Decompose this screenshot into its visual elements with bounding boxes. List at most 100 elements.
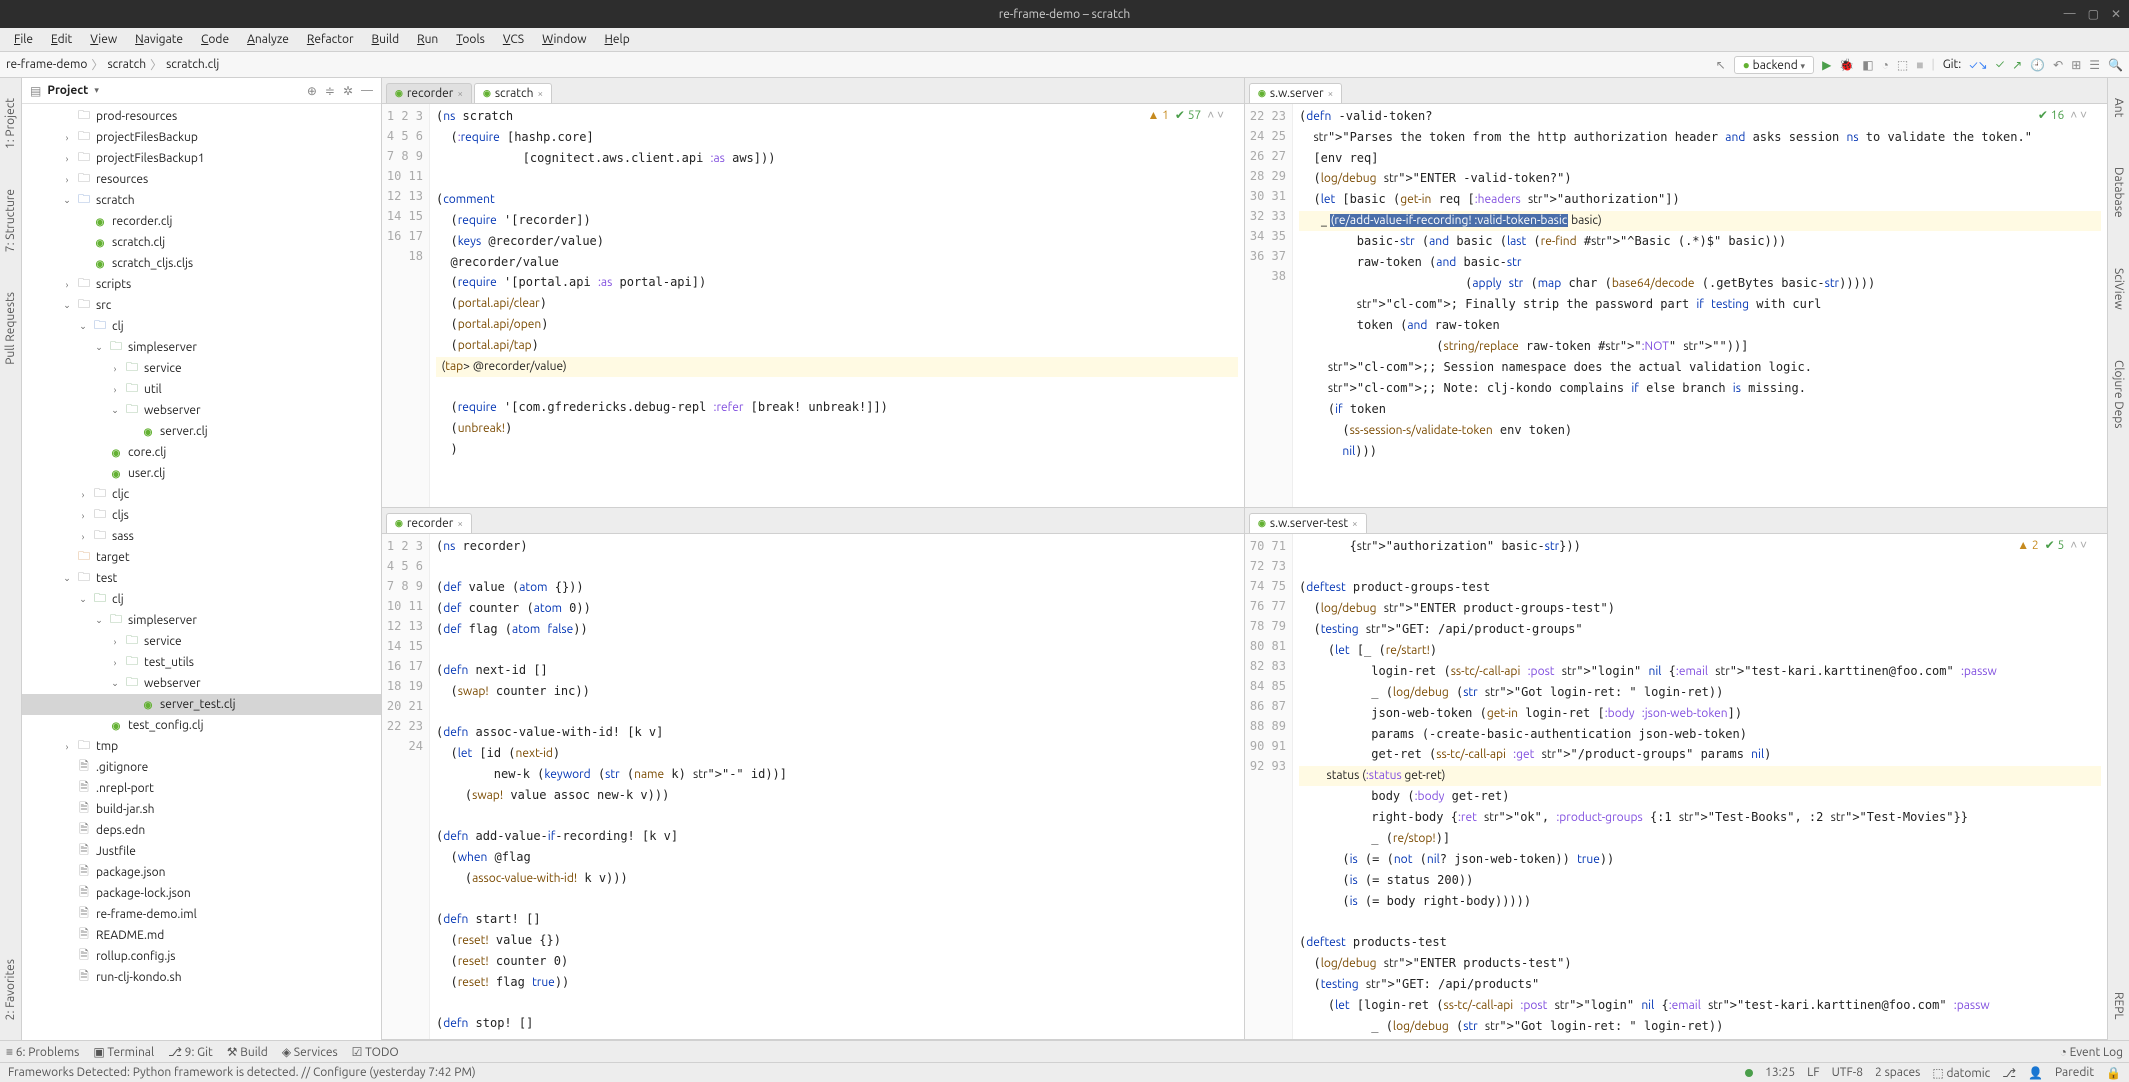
tree-item[interactable]: ›🗀tmp bbox=[22, 736, 381, 757]
hide-panel-icon[interactable]: — bbox=[361, 84, 373, 98]
tree-item[interactable]: 🗎deps.edn bbox=[22, 820, 381, 841]
editor-tab[interactable]: ◉recorder× bbox=[386, 513, 472, 533]
stop-icon[interactable]: ■ bbox=[1916, 58, 1923, 72]
status-line-sep[interactable]: LF bbox=[1807, 1066, 1819, 1079]
menu-help[interactable]: Help bbox=[597, 31, 638, 48]
run-icon[interactable]: ▶ bbox=[1822, 58, 1831, 72]
menu-run[interactable]: Run bbox=[409, 31, 446, 48]
tree-item[interactable]: ◉scratch.clj bbox=[22, 232, 381, 253]
expand-all-icon[interactable]: ≑ bbox=[325, 84, 335, 98]
close-tab-icon[interactable]: × bbox=[457, 518, 463, 529]
attach-icon[interactable]: ⬚ bbox=[1897, 58, 1908, 72]
coverage-icon[interactable]: ◧ bbox=[1862, 58, 1873, 72]
tree-item[interactable]: ›🗀projectFilesBackup bbox=[22, 127, 381, 148]
inspection-indicators[interactable]: ✔ 16˄ ˅ bbox=[2038, 108, 2087, 122]
menu-refactor[interactable]: Refactor bbox=[299, 31, 362, 48]
git-commit-icon[interactable]: ✓ bbox=[1996, 58, 2004, 71]
code-area[interactable]: (ns recorder) (def value (atom {})) (def… bbox=[430, 534, 1244, 1039]
tree-item[interactable]: ›🗀cljc bbox=[22, 484, 381, 505]
tree-item[interactable]: 🗎README.md bbox=[22, 925, 381, 946]
menu-edit[interactable]: Edit bbox=[43, 31, 80, 48]
editor-tab[interactable]: ◉s.w.server× bbox=[1249, 83, 1342, 103]
bottom-tool[interactable]: ≡ 6: Problems bbox=[6, 1045, 79, 1059]
tree-item[interactable]: 🗎re-frame-demo.iml bbox=[22, 904, 381, 925]
tree-item[interactable]: ⌄🗀webserver bbox=[22, 673, 381, 694]
close-tab-icon[interactable]: × bbox=[1328, 88, 1334, 99]
tree-item[interactable]: ⌄🗀simpleserver bbox=[22, 337, 381, 358]
menu-view[interactable]: View bbox=[82, 31, 125, 48]
close-icon[interactable]: ✕ bbox=[2111, 7, 2121, 21]
menu-file[interactable]: File bbox=[6, 31, 41, 48]
toolbox-icon[interactable]: ⊞ bbox=[2071, 58, 2081, 72]
status-lock-icon[interactable]: 🔒 bbox=[2106, 1066, 2121, 1080]
debug-icon[interactable]: 🐞 bbox=[1839, 58, 1854, 72]
tree-item[interactable]: ◉server_test.clj bbox=[22, 694, 381, 715]
ide-settings-icon[interactable]: ☰ bbox=[2089, 58, 2100, 72]
tree-item[interactable]: ⌄🗀simpleserver bbox=[22, 610, 381, 631]
editor-tab[interactable]: ◉s.w.server-test× bbox=[1249, 513, 1367, 533]
select-opened-icon[interactable]: ⊕ bbox=[307, 84, 317, 98]
tree-item[interactable]: ◉server.clj bbox=[22, 421, 381, 442]
tree-item[interactable]: ›🗀resources bbox=[22, 169, 381, 190]
tool-tab-sciview[interactable]: SciView bbox=[2112, 268, 2125, 310]
close-tab-icon[interactable]: × bbox=[457, 88, 463, 99]
tree-item[interactable]: 🗎build-jar.sh bbox=[22, 799, 381, 820]
crumb-2[interactable]: scratch.clj bbox=[166, 58, 219, 71]
minimize-icon[interactable]: — bbox=[2064, 7, 2076, 21]
breadcrumb[interactable]: re-frame-demo〉scratch〉scratch.clj bbox=[6, 56, 219, 73]
bottom-tool[interactable]: ▣ Terminal bbox=[93, 1045, 154, 1059]
close-tab-icon[interactable]: × bbox=[1352, 518, 1358, 529]
tree-item[interactable]: 🗎rollup.config.js bbox=[22, 946, 381, 967]
menu-code[interactable]: Code bbox=[193, 31, 237, 48]
tool-tab-pull-requests[interactable]: Pull Requests bbox=[4, 292, 17, 365]
tree-item[interactable]: 🗎.gitignore bbox=[22, 757, 381, 778]
editor-tab[interactable]: ◉recorder× bbox=[386, 83, 472, 103]
tree-item[interactable]: ◉test_config.clj bbox=[22, 715, 381, 736]
tree-item[interactable]: ›🗀service bbox=[22, 358, 381, 379]
close-tab-icon[interactable]: × bbox=[537, 88, 543, 99]
menu-window[interactable]: Window bbox=[534, 31, 594, 48]
collapse-all-icon[interactable]: ✲ bbox=[343, 84, 353, 98]
tree-item[interactable]: ◉core.clj bbox=[22, 442, 381, 463]
tool-tab-project[interactable]: 1: Project bbox=[4, 98, 17, 149]
code-area[interactable]: {str">"authorization" basic-str})) (deft… bbox=[1293, 534, 2107, 1039]
tool-tab-clojure-deps[interactable]: Clojure Deps bbox=[2112, 360, 2125, 429]
tool-tab-structure[interactable]: 7: Structure bbox=[4, 189, 17, 252]
run-config-selector[interactable]: ● backend ▾ bbox=[1734, 56, 1814, 74]
tool-tab-database[interactable]: Database bbox=[2112, 167, 2125, 218]
git-push-icon[interactable]: ↗ bbox=[2012, 58, 2022, 72]
tree-item[interactable]: 🗎package.json bbox=[22, 862, 381, 883]
git-update-icon[interactable]: ✓↘ bbox=[1969, 58, 1987, 72]
status-branch-icon[interactable]: ⎇ bbox=[2002, 1066, 2016, 1080]
inspection-indicators[interactable]: ▲ 1✔ 57˄ ˅ bbox=[1147, 108, 1224, 122]
git-rollback-icon[interactable]: ↶ bbox=[2053, 58, 2063, 72]
profile-icon[interactable]: ◔ bbox=[1882, 58, 1889, 72]
maximize-icon[interactable]: ▢ bbox=[2088, 7, 2099, 21]
tree-item[interactable]: ›🗀util bbox=[22, 379, 381, 400]
tree-item[interactable]: 🗎package-lock.json bbox=[22, 883, 381, 904]
status-indent[interactable]: 2 spaces bbox=[1875, 1066, 1920, 1079]
tree-item[interactable]: ›🗀service bbox=[22, 631, 381, 652]
menu-navigate[interactable]: Navigate bbox=[127, 31, 191, 48]
status-paredit[interactable]: Paredit bbox=[2055, 1066, 2094, 1079]
tree-item[interactable]: 🗎run-clj-kondo.sh bbox=[22, 967, 381, 988]
tree-item[interactable]: ⌄🗀src bbox=[22, 295, 381, 316]
menu-vcs[interactable]: VCS bbox=[495, 31, 532, 48]
crumb-1[interactable]: scratch bbox=[107, 58, 146, 71]
tree-item[interactable]: ›🗀projectFilesBackup1 bbox=[22, 148, 381, 169]
bottom-tool[interactable]: ◈ Services bbox=[282, 1045, 338, 1059]
tool-tab-favorites[interactable]: 2: Favorites bbox=[4, 959, 17, 1020]
tree-item[interactable]: ◉recorder.clj bbox=[22, 211, 381, 232]
status-encoding[interactable]: UTF-8 bbox=[1832, 1066, 1863, 1079]
bottom-tool[interactable]: ⚒ Build bbox=[227, 1045, 268, 1059]
code-area[interactable]: (ns scratch (:require [hashp.core] [cogn… bbox=[430, 104, 1244, 507]
inspection-indicators[interactable]: ▲ 2✔ 5˄ ˅ bbox=[2017, 538, 2087, 552]
menu-tools[interactable]: Tools bbox=[448, 31, 493, 48]
tree-item[interactable]: ›🗀scripts bbox=[22, 274, 381, 295]
tree-item[interactable]: ›🗀test_utils bbox=[22, 652, 381, 673]
search-everywhere-icon[interactable]: 🔍 bbox=[2108, 58, 2123, 72]
event-log-button[interactable]: ◔ Event Log bbox=[2060, 1045, 2123, 1059]
tree-item[interactable]: 🗀target bbox=[22, 547, 381, 568]
tree-item[interactable]: 🗎Justfile bbox=[22, 841, 381, 862]
back-arrow-icon[interactable]: ↖ bbox=[1716, 58, 1726, 72]
